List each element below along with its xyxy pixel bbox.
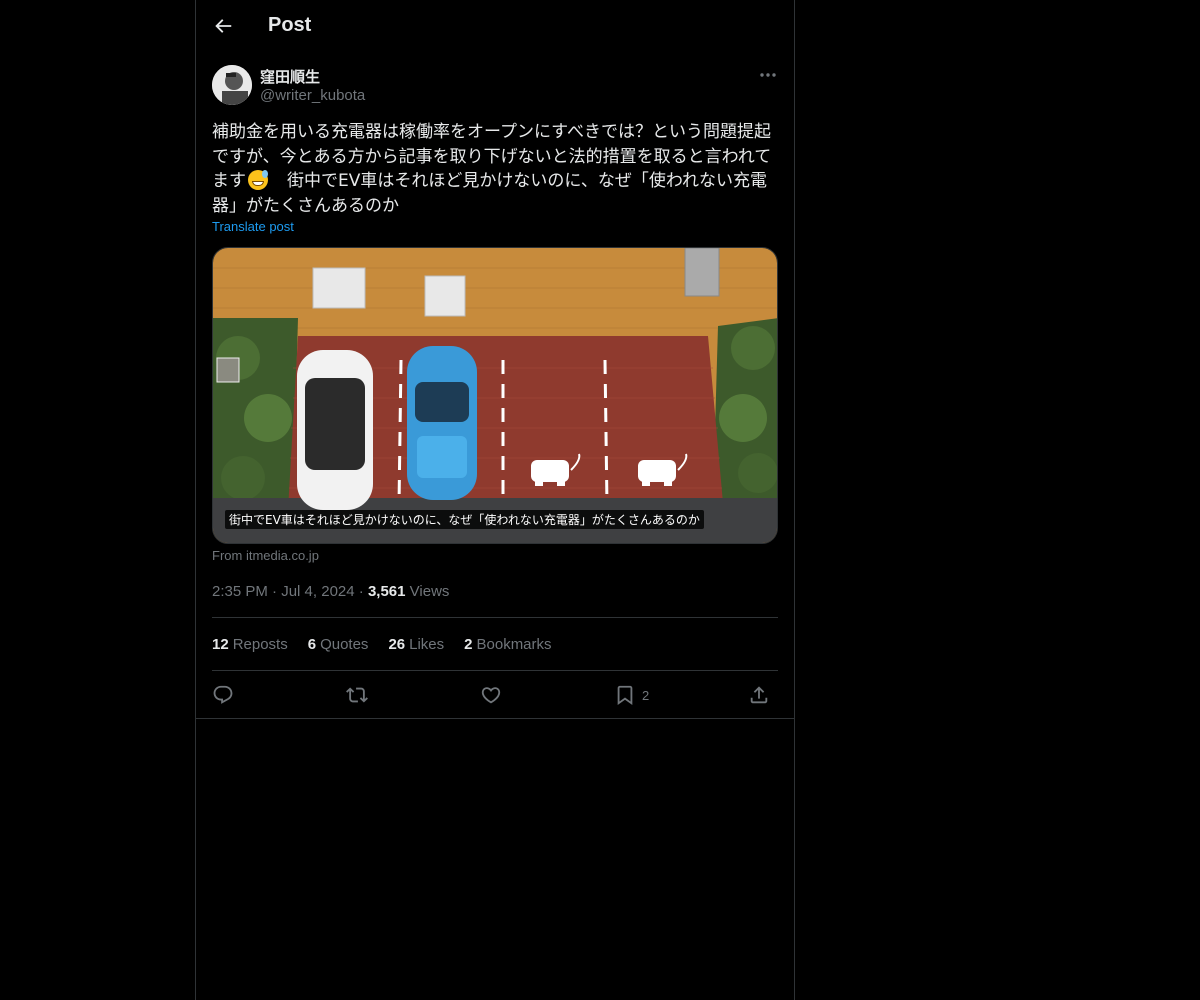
post-text-part-2: 街中でEV車はそれほど見かけないのに、なぜ「使われない充電器」がたくさんあるのか [212, 171, 768, 216]
like-button[interactable] [480, 683, 502, 707]
arrow-left-icon[interactable] [212, 15, 234, 37]
post-column: Post 窪田順生 @writer_kubota 補助金を用いる充電器は稼働率を… [195, 0, 795, 1000]
post-stats: 12 Reposts 6 Quotes 26 Likes 2 Bookmarks [212, 636, 552, 653]
grinning-face-with-sweat-icon [248, 170, 268, 190]
avatar[interactable] [212, 65, 252, 105]
meta-separator: · [358, 583, 368, 600]
bookmarks-stat[interactable]: 2 Bookmarks [464, 636, 551, 653]
likes-count: 26 [388, 636, 406, 653]
page-title: Post [268, 14, 312, 36]
likes-stat[interactable]: 26 Likes [388, 636, 444, 653]
reply-button[interactable] [212, 683, 234, 707]
author-handle[interactable]: @writer_kubota [260, 87, 365, 104]
author-display-name[interactable]: 窪田順生 [260, 66, 320, 87]
repost-button[interactable] [346, 683, 368, 707]
share-button[interactable] [748, 683, 770, 707]
likes-label: Likes [409, 636, 445, 653]
reposts-stat[interactable]: 12 Reposts [212, 636, 288, 653]
quotes-count: 6 [307, 636, 317, 653]
quotes-stat[interactable]: 6 Quotes [308, 636, 369, 653]
share-icon [750, 686, 768, 704]
reply-icon [213, 685, 233, 704]
more-horizontal-icon[interactable] [758, 66, 778, 84]
bookmark-icon [617, 685, 633, 706]
divider [196, 718, 794, 719]
media-card-image[interactable]: 街中でEV車はそれほど見かけないのに、なぜ「使われない充電器」がたくさんあるのか [212, 247, 778, 544]
action-bar: 2 [212, 683, 778, 707]
reposts-label: Reposts [232, 636, 288, 653]
translate-post-link[interactable]: Translate post [212, 219, 294, 234]
heart-icon [481, 687, 501, 704]
divider [212, 670, 778, 671]
post-date[interactable]: Jul 4, 2024 [281, 583, 354, 600]
post-header: Post [196, 0, 794, 53]
bookmarks-label: Bookmarks [476, 636, 552, 653]
post-time[interactable]: 2:35 PM [212, 583, 268, 600]
bookmarks-count: 2 [464, 636, 473, 653]
post-text: 補助金を用いる充電器は稼働率をオープンにすべきでは？という問題提起ですが、今とあ… [212, 120, 778, 218]
repost-icon [346, 687, 368, 703]
meta-separator: · [272, 583, 282, 600]
divider [212, 617, 778, 618]
views-label: Views [409, 583, 450, 600]
bookmark-count: 2 [642, 687, 650, 703]
media-caption: 街中でEV車はそれほど見かけないのに、なぜ「使われない充電器」がたくさんあるのか [225, 510, 704, 529]
views-count: 3,561 [367, 583, 406, 600]
bookmark-button[interactable]: 2 [614, 683, 649, 707]
ev-charger-photo [213, 248, 777, 543]
post-meta: 2:35 PM · Jul 4, 2024 · 3,561 Views [212, 583, 449, 600]
link-source[interactable]: From itmedia.co.jp [212, 548, 319, 563]
quotes-label: Quotes [320, 636, 369, 653]
reposts-count: 12 [212, 636, 229, 653]
